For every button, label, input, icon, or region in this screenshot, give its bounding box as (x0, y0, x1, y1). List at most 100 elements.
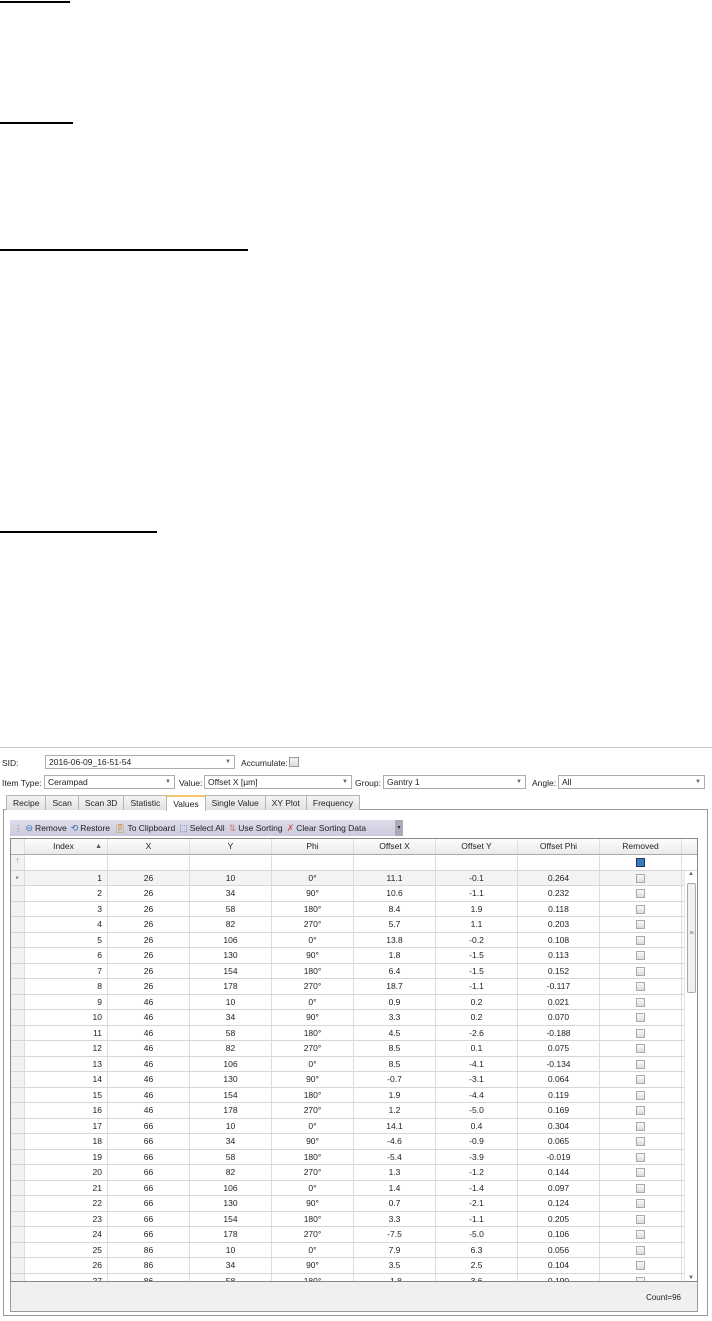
group-dropdown[interactable]: Gantry 1 ▼ (383, 775, 526, 789)
table-row[interactable]: 4 26 82 270° 5.7 1.1 0.203 (11, 917, 697, 933)
filter-row[interactable]: ⊤ (11, 855, 697, 871)
scroll-down-icon[interactable]: ▼ (685, 1275, 697, 1281)
row-indicator[interactable] (11, 1041, 25, 1056)
removed-checkbox[interactable] (636, 1013, 645, 1023)
scroll-up-icon[interactable]: ▲ (685, 871, 697, 877)
table-row[interactable]: 10 46 34 90° 3.3 0.2 0.070 (11, 1010, 697, 1026)
angle-dropdown[interactable]: All ▼ (558, 775, 705, 789)
row-indicator[interactable] (11, 979, 25, 994)
removed-checkbox[interactable] (636, 966, 645, 976)
removed-checkbox[interactable] (636, 1245, 645, 1255)
removed-checkbox[interactable] (636, 1199, 645, 1209)
tab-statistic[interactable]: Statistic (123, 795, 168, 810)
table-row[interactable]: 7 26 154 180° 6.4 -1.5 0.152 (11, 963, 697, 979)
table-row[interactable]: 24 66 178 270° -7.5 -5.0 0.106 (11, 1227, 697, 1243)
row-indicator[interactable] (11, 1118, 25, 1133)
tab-scan-3d[interactable]: Scan 3D (77, 795, 125, 810)
table-row[interactable]: 13 46 106 0° 8.5 -4.1 -0.134 (11, 1056, 697, 1072)
row-indicator[interactable] (11, 901, 25, 916)
tab-scan[interactable]: Scan (45, 795, 79, 810)
removed-checkbox[interactable] (636, 1168, 645, 1178)
table-row[interactable]: 5 26 106 0° 13.8 -0.2 0.108 (11, 932, 697, 948)
removed-checkbox[interactable] (636, 1152, 645, 1162)
row-indicator[interactable] (11, 932, 25, 947)
table-row[interactable]: 9 46 10 0° 0.9 0.2 0.021 (11, 994, 697, 1010)
row-indicator[interactable] (11, 1273, 25, 1281)
row-indicator[interactable] (11, 1211, 25, 1226)
select-all-button[interactable]: ⬚ Select All (179, 823, 224, 834)
sid-dropdown[interactable]: 2016-06-09_16-51-54 ▼ (45, 755, 235, 769)
row-indicator[interactable] (11, 1258, 25, 1273)
removed-checkbox[interactable] (636, 904, 645, 914)
vertical-scrollbar[interactable]: ▲ ≡ ▼ (684, 871, 697, 1281)
removed-checkbox[interactable] (636, 951, 645, 961)
row-indicator[interactable] (11, 963, 25, 978)
removed-checkbox[interactable] (636, 1230, 645, 1240)
row-indicator[interactable] (11, 1072, 25, 1087)
table-row[interactable]: 8 26 178 270° 18.7 -1.1 -0.117 (11, 979, 697, 995)
table-row[interactable]: 6 26 130 90° 1.8 -1.5 0.113 (11, 948, 697, 964)
table-row[interactable]: 27 86 58 180° -1.8 3.6 0.190 (11, 1273, 697, 1281)
table-row[interactable]: 12 46 82 270° 8.5 0.1 0.075 (11, 1041, 697, 1057)
table-row[interactable]: 17 66 10 0° 14.1 0.4 0.304 (11, 1118, 697, 1134)
removed-checkbox[interactable] (636, 982, 645, 992)
column-header-phi[interactable]: Phi (272, 839, 354, 854)
removed-checkbox[interactable] (636, 1044, 645, 1054)
row-indicator[interactable] (11, 1180, 25, 1195)
removed-checkbox[interactable] (636, 1090, 645, 1100)
row-indicator[interactable] (11, 1010, 25, 1025)
row-indicator[interactable] (11, 1025, 25, 1040)
scroll-thumb[interactable]: ≡ (687, 883, 696, 993)
column-header-offset-y[interactable]: Offset Y (436, 839, 518, 854)
row-indicator[interactable]: ▸ (11, 870, 25, 885)
tab-frequency[interactable]: Frequency (305, 795, 361, 810)
row-indicator[interactable] (11, 994, 25, 1009)
table-row[interactable]: 21 66 106 0° 1.4 -1.4 0.097 (11, 1180, 697, 1196)
table-row[interactable]: 22 66 130 90° 0.7 -2.1 0.124 (11, 1196, 697, 1212)
removed-checkbox[interactable] (636, 1183, 645, 1193)
table-row[interactable]: 23 66 154 180° 3.3 -1.1 0.205 (11, 1211, 697, 1227)
row-indicator[interactable] (11, 1103, 25, 1118)
table-row[interactable]: 19 66 58 180° -5.4 -3.9 -0.019 (11, 1149, 697, 1165)
table-row[interactable]: 11 46 58 180° 4.5 -2.6 -0.188 (11, 1025, 697, 1041)
table-row[interactable]: 25 86 10 0° 7.9 6.3 0.056 (11, 1242, 697, 1258)
restore-button[interactable]: ⟲ Restore (71, 823, 110, 834)
toolbar-overflow-button[interactable]: ▾ (395, 820, 403, 836)
removed-checkbox[interactable] (636, 1214, 645, 1224)
table-row[interactable]: 14 46 130 90° -0.7 -3.1 0.064 (11, 1072, 697, 1088)
removed-checkbox[interactable] (636, 1059, 645, 1069)
remove-button[interactable]: ⊖ Remove (26, 823, 67, 834)
row-indicator[interactable] (11, 1134, 25, 1149)
accumulate-checkbox[interactable] (289, 757, 299, 767)
table-row[interactable]: 2 26 34 90° 10.6 -1.1 0.232 (11, 886, 697, 902)
removed-checkbox[interactable] (636, 1261, 645, 1271)
clear-sorting-button[interactable]: ✗ Clear Sorting Data (287, 823, 366, 834)
column-header-x[interactable]: X (108, 839, 190, 854)
removed-checkbox[interactable] (636, 1121, 645, 1131)
row-indicator[interactable] (11, 1196, 25, 1211)
row-indicator[interactable] (11, 1149, 25, 1164)
removed-checkbox[interactable] (636, 1137, 645, 1147)
row-indicator[interactable] (11, 1087, 25, 1102)
column-header-y[interactable]: Y (190, 839, 272, 854)
removed-checkbox[interactable] (636, 1075, 645, 1085)
removed-checkbox[interactable] (636, 1106, 645, 1116)
removed-checkbox[interactable] (636, 935, 645, 945)
tab-single-value[interactable]: Single Value (204, 795, 266, 810)
row-indicator[interactable] (11, 917, 25, 932)
removed-checkbox[interactable] (636, 920, 645, 930)
table-row[interactable]: 3 26 58 180° 8.4 1.9 0.118 (11, 901, 697, 917)
table-row[interactable]: 15 46 154 180° 1.9 -4.4 0.119 (11, 1087, 697, 1103)
item-type-dropdown[interactable]: Cerampad ▼ (44, 775, 175, 789)
table-row[interactable]: 26 86 34 90° 3.5 2.5 0.104 (11, 1258, 697, 1274)
removed-checkbox[interactable] (636, 889, 645, 899)
removed-checkbox[interactable] (636, 1028, 645, 1038)
tab-recipe[interactable]: Recipe (6, 795, 47, 810)
column-header-removed[interactable]: Removed (600, 839, 682, 854)
row-indicator[interactable] (11, 1165, 25, 1180)
table-row[interactable]: ▸ 1 26 10 0° 11.1 -0.1 0.264 (11, 870, 697, 886)
use-sorting-button[interactable]: ⇅ Use Sorting (229, 823, 283, 834)
table-row[interactable]: 20 66 82 270° 1.3 -1.2 0.144 (11, 1165, 697, 1181)
row-indicator[interactable] (11, 886, 25, 901)
value-dropdown[interactable]: Offset X [µm] ▼ (204, 775, 352, 789)
